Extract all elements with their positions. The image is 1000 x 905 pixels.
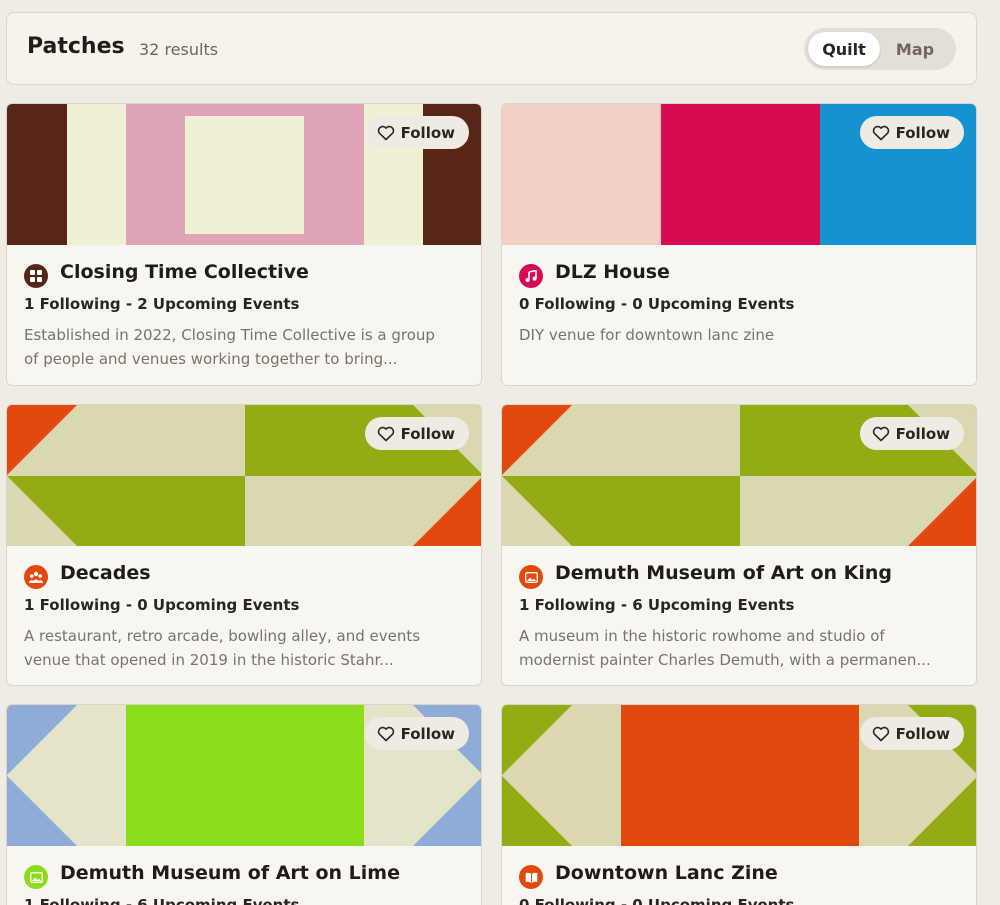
follow-label: Follow <box>895 724 950 743</box>
follow-button[interactable]: Follow <box>859 717 964 750</box>
results-count: 32 results <box>139 40 219 59</box>
patch-stats: 0 Following - 0 Upcoming Events <box>519 295 795 313</box>
patch-name[interactable]: DLZ House <box>555 261 670 283</box>
view-toggle: Quilt Map <box>804 28 956 70</box>
follow-button[interactable]: Follow <box>859 417 964 450</box>
patch-stats: 0 Following - 0 Upcoming Events <box>519 896 795 905</box>
follow-label: Follow <box>400 724 455 743</box>
quilt-view-button[interactable]: Quilt <box>808 32 880 66</box>
follow-button[interactable]: Follow <box>364 417 469 450</box>
page-title: Patches <box>27 34 125 59</box>
heart-icon <box>872 125 889 140</box>
heart-icon <box>377 426 394 441</box>
patch-description: DIY venue for downtown lanc zine <box>519 326 775 344</box>
patch-name[interactable]: Closing Time Collective <box>60 261 309 283</box>
patch-description: Established in 2022, Closing Time Collec… <box>24 326 435 368</box>
follow-button[interactable]: Follow <box>364 116 469 149</box>
book-icon <box>519 865 543 889</box>
patch-card-downtown-lanc-zine[interactable]: Follow Downtown Lanc Zine 0 Following - … <box>501 704 977 905</box>
patch-card-closing-time-collective[interactable]: Follow Closing Time Collective 1 Followi… <box>6 103 482 386</box>
follow-label: Follow <box>895 123 950 142</box>
patch-name[interactable]: Downtown Lanc Zine <box>555 862 778 884</box>
patch-description: A museum in the historic rowhome and stu… <box>519 627 931 669</box>
image-icon <box>24 865 48 889</box>
follow-label: Follow <box>895 424 950 443</box>
patch-stats: 1 Following - 6 Upcoming Events <box>24 896 300 905</box>
patch-name[interactable]: Demuth Museum of Art on Lime <box>60 862 400 884</box>
heart-icon <box>377 726 394 741</box>
follow-label: Follow <box>400 424 455 443</box>
heart-icon <box>377 125 394 140</box>
patch-card-demuth-king[interactable]: Follow Demuth Museum of Art on King 1 Fo… <box>501 404 977 686</box>
follow-label: Follow <box>400 123 455 142</box>
patch-name[interactable]: Decades <box>60 562 151 584</box>
patch-stats: 1 Following - 2 Upcoming Events <box>24 295 300 313</box>
patch-description: A restaurant, retro arcade, bowling alle… <box>24 627 421 669</box>
patch-stats: 1 Following - 6 Upcoming Events <box>519 596 795 614</box>
page-header: Patches 32 results Quilt Map <box>6 12 977 85</box>
patch-card-demuth-lime[interactable]: Follow Demuth Museum of Art on Lime 1 Fo… <box>6 704 482 905</box>
image-icon <box>519 565 543 589</box>
follow-button[interactable]: Follow <box>859 116 964 149</box>
heart-icon <box>872 726 889 741</box>
patch-card-decades[interactable]: Follow Decades 1 Following - 0 Upcoming … <box>6 404 482 686</box>
music-note-icon <box>519 264 543 288</box>
heart-icon <box>872 426 889 441</box>
patch-name[interactable]: Demuth Museum of Art on King <box>555 562 892 584</box>
map-view-button[interactable]: Map <box>884 32 946 66</box>
patch-card-dlz-house[interactable]: Follow DLZ House 0 Following - 0 Upcomin… <box>501 103 977 386</box>
grid-icon <box>24 264 48 288</box>
follow-button[interactable]: Follow <box>364 717 469 750</box>
people-icon <box>24 565 48 589</box>
patch-stats: 1 Following - 0 Upcoming Events <box>24 596 300 614</box>
